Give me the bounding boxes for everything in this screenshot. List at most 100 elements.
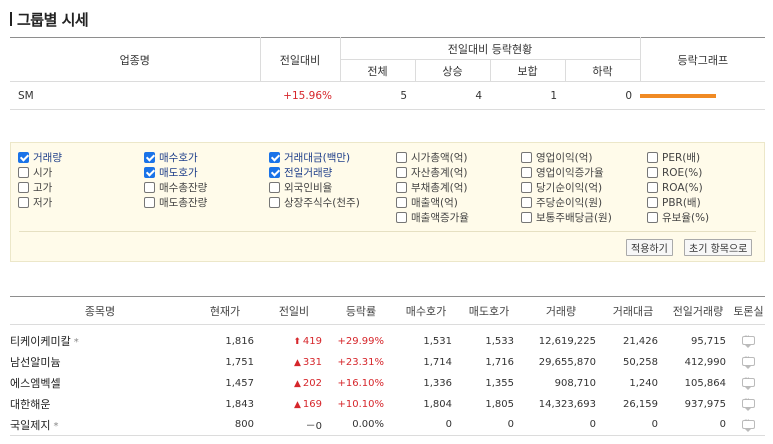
option-label: 보통주배당금(원) <box>536 212 612 224</box>
col-header-price[interactable]: 현재가 <box>190 296 260 325</box>
checkbox-checked-icon[interactable] <box>18 152 29 163</box>
option-label: 거래량 <box>33 152 62 164</box>
reset-button[interactable]: 초기 항목으로 <box>684 239 753 256</box>
stock-name-link[interactable]: 국일제지 <box>10 419 50 432</box>
checkbox-unchecked-icon[interactable] <box>396 212 407 223</box>
up-arrow-icon: ▲ <box>293 378 301 389</box>
option-checkbox[interactable]: 당기순이익(억) <box>521 181 602 195</box>
col-header-rate[interactable]: 등락률 <box>328 296 394 325</box>
option-label: PER(배) <box>662 152 701 164</box>
checkbox-unchecked-icon[interactable] <box>647 152 658 163</box>
option-label: 영업이익(억) <box>536 152 593 164</box>
option-checkbox[interactable]: 매도호가 <box>144 166 198 180</box>
amount-cell: 1,240 <box>629 377 658 389</box>
checkbox-unchecked-icon[interactable] <box>396 152 407 163</box>
stock-name-link[interactable]: 남선알미늄 <box>10 356 61 369</box>
checkbox-unchecked-icon[interactable] <box>18 182 29 193</box>
col-header-ask[interactable]: 매도호가 <box>458 296 520 325</box>
col-header-volume[interactable]: 거래량 <box>520 296 602 325</box>
checkbox-unchecked-icon[interactable] <box>647 212 658 223</box>
option-checkbox[interactable]: 외국인비율 <box>269 181 332 195</box>
option-checkbox[interactable]: 자산총계(억) <box>396 166 468 180</box>
option-checkbox[interactable]: 전일거래량 <box>269 166 332 180</box>
checkbox-unchecked-icon[interactable] <box>521 197 532 208</box>
change-value: －0 <box>305 421 322 433</box>
option-checkbox[interactable]: 영업이익(억) <box>521 151 593 165</box>
checkbox-unchecked-icon[interactable] <box>18 197 29 208</box>
title-bar-icon <box>10 12 12 26</box>
checkbox-unchecked-icon[interactable] <box>647 197 658 208</box>
speech-bubble-icon[interactable] <box>742 332 755 349</box>
checkbox-unchecked-icon[interactable] <box>521 167 532 178</box>
prev-volume-cell: 412,990 <box>684 356 726 368</box>
checkbox-checked-icon[interactable] <box>269 167 280 178</box>
checkbox-unchecked-icon[interactable] <box>521 152 532 163</box>
apply-button[interactable]: 적용하기 <box>626 239 673 256</box>
option-checkbox[interactable]: 고가 <box>18 181 52 195</box>
price-cell: 800 <box>190 414 260 436</box>
option-checkbox[interactable]: 주당순이익(원) <box>521 196 602 210</box>
change-value: 419 <box>302 335 322 347</box>
option-checkbox[interactable]: 거래대금(백만) <box>269 151 350 165</box>
stock-name-link[interactable]: 대한해운 <box>10 398 50 411</box>
checkbox-unchecked-icon[interactable] <box>144 182 155 193</box>
option-checkbox[interactable]: 거래량 <box>18 151 62 165</box>
speech-bubble-icon[interactable] <box>742 416 755 432</box>
checkbox-unchecked-icon[interactable] <box>18 167 29 178</box>
option-checkbox[interactable]: 상장주식수(천주) <box>269 196 360 210</box>
star-mark: * <box>53 420 59 432</box>
checkbox-unchecked-icon[interactable] <box>396 197 407 208</box>
option-label: 거래대금(백만) <box>284 152 351 164</box>
speech-bubble-icon[interactable] <box>742 374 755 390</box>
checkbox-unchecked-icon[interactable] <box>521 212 532 223</box>
option-checkbox[interactable]: 영업이익증가율 <box>521 166 604 180</box>
option-checkbox[interactable]: PER(배) <box>647 151 700 165</box>
price-cell: 1,457 <box>225 377 254 389</box>
bid-cell: 1,531 <box>423 335 452 347</box>
col-header-amount[interactable]: 거래대금 <box>602 296 664 325</box>
option-checkbox[interactable]: 보통주배당금(원) <box>521 211 612 225</box>
option-checkbox[interactable]: 매도총잔량 <box>144 196 207 210</box>
checkbox-checked-icon[interactable] <box>269 152 280 163</box>
stock-name-link[interactable]: 티케이케미칼 <box>10 335 71 348</box>
option-checkbox[interactable]: ROE(%) <box>647 166 702 180</box>
checkbox-unchecked-icon[interactable] <box>269 197 280 208</box>
option-checkbox[interactable]: 매출액(억) <box>396 196 458 210</box>
col-header-bid[interactable]: 매수호가 <box>394 296 458 325</box>
option-label: 매수총잔량 <box>159 182 208 194</box>
option-label: 유보율(%) <box>662 212 710 224</box>
volume-cell: 12,619,225 <box>538 335 596 347</box>
speech-bubble-icon[interactable] <box>742 395 755 411</box>
col-header-change: 전일대비 <box>259 37 340 82</box>
stock-name-link[interactable]: 에스엠벡셀 <box>10 377 61 390</box>
option-checkbox[interactable]: 매출액증가율 <box>396 211 469 225</box>
bid-cell: 1,336 <box>423 377 452 389</box>
option-checkbox[interactable]: 유보율(%) <box>647 211 709 225</box>
option-checkbox[interactable]: ROA(%) <box>647 181 703 195</box>
checkbox-unchecked-icon[interactable] <box>396 167 407 178</box>
option-label: 매수호가 <box>159 152 198 164</box>
speech-bubble-icon[interactable] <box>742 353 755 369</box>
amount-cell: 26,159 <box>623 398 658 410</box>
option-checkbox[interactable]: 매수총잔량 <box>144 181 207 195</box>
group-name-link[interactable]: SM <box>10 81 260 110</box>
checkbox-unchecked-icon[interactable] <box>396 182 407 193</box>
col-header-stock-name[interactable]: 종목명 <box>10 296 190 325</box>
table-row: 남선알미늄 1,751 ▲ 331 +23.31% 1,714 1,716 29,655,87… <box>10 352 765 373</box>
option-checkbox[interactable]: PBR(배) <box>647 196 701 210</box>
option-checkbox[interactable]: 부채총계(억) <box>396 181 468 195</box>
checkbox-checked-icon[interactable] <box>144 167 155 178</box>
checkbox-unchecked-icon[interactable] <box>144 197 155 208</box>
option-label: 시가총액(억) <box>411 152 468 164</box>
checkbox-unchecked-icon[interactable] <box>269 182 280 193</box>
col-header-prev-volume[interactable]: 전일거래량 <box>664 296 732 325</box>
option-checkbox[interactable]: 시가 <box>18 166 52 180</box>
checkbox-unchecked-icon[interactable] <box>647 182 658 193</box>
option-checkbox[interactable]: 저가 <box>18 196 52 210</box>
checkbox-unchecked-icon[interactable] <box>647 167 658 178</box>
checkbox-unchecked-icon[interactable] <box>521 182 532 193</box>
col-header-prev-change[interactable]: 전일비 <box>260 296 328 325</box>
option-checkbox[interactable]: 시가총액(억) <box>396 151 468 165</box>
checkbox-checked-icon[interactable] <box>144 152 155 163</box>
option-checkbox[interactable]: 매수호가 <box>144 151 198 165</box>
